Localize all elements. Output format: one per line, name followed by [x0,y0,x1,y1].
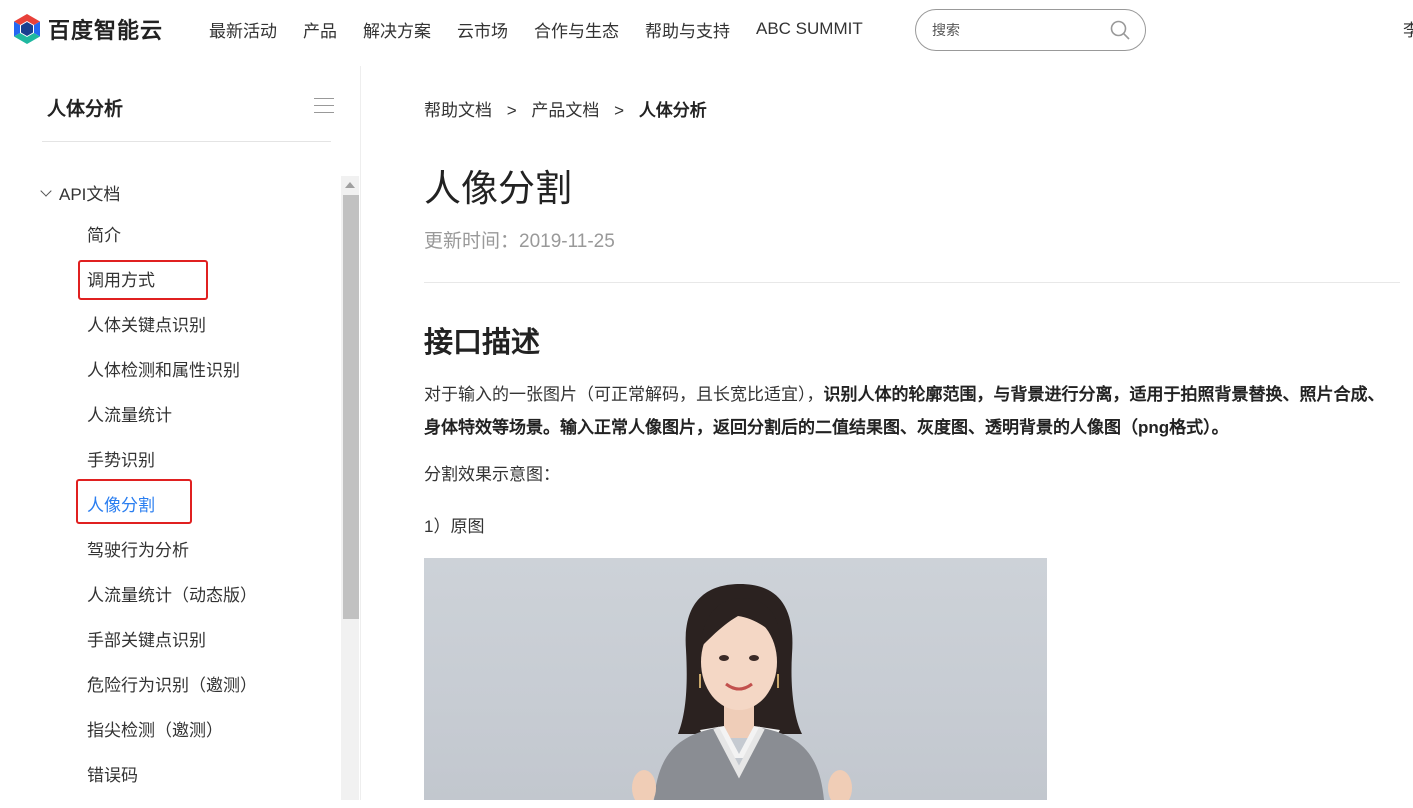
interface-description: 对于输入的一张图片（可正常解码，且长宽比适宜），识别人体的轮廓范围，与背景进行分… [424,378,1396,444]
scroll-up-arrow-icon[interactable] [345,182,355,188]
main-nav: 最新活动 产品 解决方案 云市场 合作与生态 帮助与支持 ABC SUMMIT [196,0,876,58]
sidebar-section-api-docs[interactable]: API文档 [40,180,120,205]
breadcrumb: 帮助文档 > 产品文档 > 人体分析 [424,96,707,121]
effect-caption: 分割效果示意图： [424,465,560,484]
sidebar-scrollbar[interactable] [341,176,359,800]
description-plain: 对于输入的一张图片（可正常解码，且长宽比适宜）， [424,385,824,404]
portrait-illustration [632,584,852,800]
breadcrumb-separator: > [614,101,625,120]
nav-item-marketplace[interactable]: 云市场 [457,17,508,42]
nav-item-abc-summit[interactable]: ABC SUMMIT [756,19,863,39]
sidebar-item-error-codes[interactable]: 错误码 [87,763,257,808]
top-navigation: 百度智能云 最新活动 产品 解决方案 云市场 合作与生态 帮助与支持 ABC S… [0,0,1413,60]
sidebar-item-keypoints[interactable]: 人体关键点识别 [87,313,257,358]
sidebar-item-crowd-count[interactable]: 人流量统计 [87,403,257,448]
sidebar-divider [42,141,331,142]
brand-logo[interactable]: 百度智能云 [12,11,163,47]
chevron-down-icon [40,184,52,197]
sidebar-item-hand-keypoints[interactable]: 手部关键点识别 [87,628,257,673]
sidebar-item-driver-behavior[interactable]: 驾驶行为分析 [87,538,257,583]
update-time: 更新时间：2019-11-25 [424,231,615,252]
nav-item-solutions[interactable]: 解决方案 [363,17,431,42]
breadcrumb-current: 人体分析 [638,101,707,120]
menu-icon[interactable] [314,98,334,114]
search-icon[interactable] [1109,19,1131,41]
page-title: 人像分割 [424,168,572,209]
breadcrumb-help-docs[interactable]: 帮助文档 [424,101,492,120]
logo-icon [14,14,40,44]
user-menu[interactable]: 李 [1403,16,1413,41]
sidebar-section-label: API文档 [59,185,121,204]
sidebar-item-fingertip[interactable]: 指尖检测（邀测） [87,718,257,763]
sidebar-item-danger-behavior[interactable]: 危险行为识别（邀测） [87,673,257,718]
highlight-box-portrait-seg [76,479,192,524]
nav-item-products[interactable]: 产品 [303,17,337,42]
brand-name: 百度智能云 [48,18,164,43]
nav-item-partners[interactable]: 合作与生态 [534,17,619,42]
sidebar-item-body-attr[interactable]: 人体检测和属性识别 [87,358,257,403]
doc-sidebar: 人体分析 API文档 简介 调用方式 人体关键点识别 人体检测和属性识别 人流量… [13,66,361,800]
search-input[interactable] [932,22,1109,38]
nav-item-events[interactable]: 最新活动 [209,17,277,42]
scrollbar-thumb[interactable] [343,195,359,619]
sidebar-title: 人体分析 [47,99,124,120]
search-box[interactable] [915,9,1146,51]
original-portrait-image [424,558,1047,800]
sidebar-item-crowd-dynamic[interactable]: 人流量统计（动态版） [87,583,257,628]
breadcrumb-separator: > [506,101,517,120]
breadcrumb-product-docs[interactable]: 产品文档 [531,101,599,120]
section-title: 接口描述 [424,327,541,359]
original-caption: 1）原图 [424,517,485,536]
content-divider [424,282,1400,283]
nav-item-support[interactable]: 帮助与支持 [645,17,730,42]
highlight-box-invocation [78,260,208,300]
